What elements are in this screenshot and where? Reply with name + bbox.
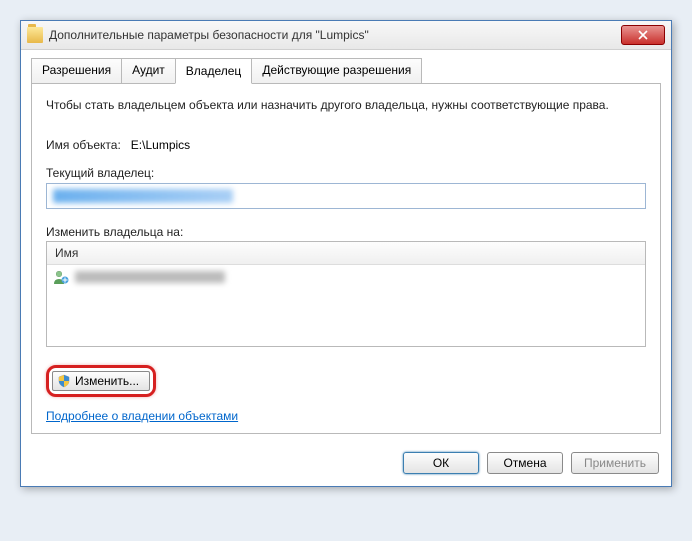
object-name-label: Имя объекта: — [46, 138, 121, 152]
cancel-button[interactable]: Отмена — [487, 452, 563, 474]
highlight-annotation: Изменить... — [46, 365, 156, 397]
shield-icon — [57, 374, 71, 388]
content-area: Разрешения Аудит Владелец Действующие ра… — [21, 50, 671, 442]
learn-more-link[interactable]: Подробнее о владении объектами — [46, 409, 238, 423]
current-owner-value: ████████████████ — [53, 189, 233, 203]
tab-owner[interactable]: Владелец — [175, 58, 253, 84]
user-icon — [53, 269, 69, 285]
current-owner-label: Текущий владелец: — [46, 166, 646, 180]
tab-strip: Разрешения Аудит Владелец Действующие ра… — [31, 58, 661, 84]
close-button[interactable] — [621, 25, 665, 45]
ok-button[interactable]: ОК — [403, 452, 479, 474]
list-header-name[interactable]: Имя — [47, 242, 645, 265]
owner-panel: Чтобы стать владельцем объекта или назна… — [31, 84, 661, 434]
object-name-value: E:\Lumpics — [131, 138, 190, 152]
intro-text: Чтобы стать владельцем объекта или назна… — [46, 98, 646, 112]
owner-candidates-list[interactable]: Имя ████████████████ — [46, 241, 646, 347]
current-owner-box: ████████████████ — [46, 183, 646, 209]
titlebar: Дополнительные параметры безопасности дл… — [21, 21, 671, 50]
tab-audit[interactable]: Аудит — [121, 58, 176, 83]
tab-effective-permissions[interactable]: Действующие разрешения — [251, 58, 422, 83]
close-icon — [638, 30, 648, 40]
security-properties-window: Дополнительные параметры безопасности дл… — [20, 20, 672, 487]
apply-button[interactable]: Применить — [571, 452, 659, 474]
folder-icon — [27, 27, 43, 43]
list-item-label: ████████████████ — [75, 271, 225, 283]
dialog-footer: ОК Отмена Применить — [21, 442, 671, 486]
object-name-row: Имя объекта: E:\Lumpics — [46, 138, 646, 152]
list-item[interactable]: ████████████████ — [47, 265, 645, 289]
tab-permissions[interactable]: Разрешения — [31, 58, 122, 83]
change-button-row: Изменить... — [46, 365, 646, 397]
change-owner-to-label: Изменить владельца на: — [46, 225, 646, 239]
change-button-label: Изменить... — [75, 374, 139, 388]
change-button[interactable]: Изменить... — [52, 371, 150, 391]
window-title: Дополнительные параметры безопасности дл… — [49, 28, 615, 42]
